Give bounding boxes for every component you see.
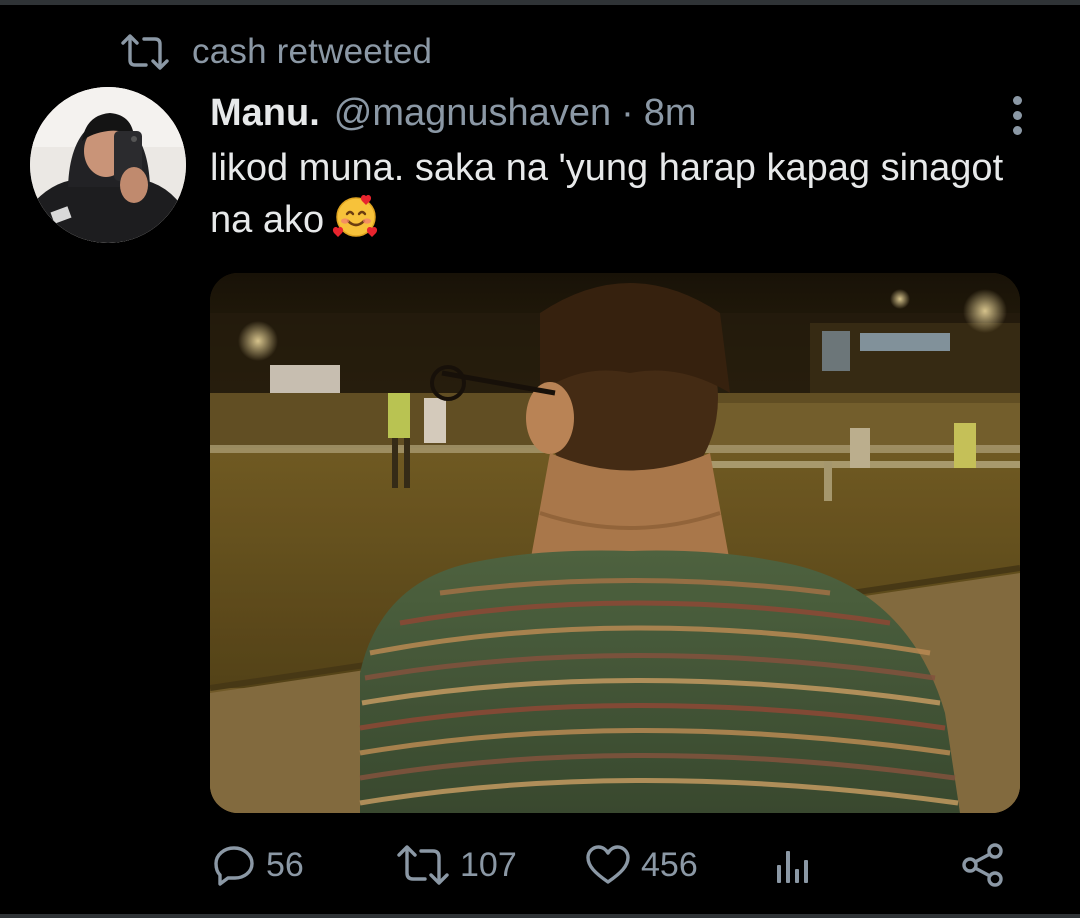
tweet-action-bar: 56 107 456 xyxy=(0,838,1080,892)
author-name[interactable]: Manu. xyxy=(210,92,320,135)
heart-icon xyxy=(585,844,631,886)
share-button[interactable] xyxy=(960,838,1006,892)
reply-count: 56 xyxy=(266,845,304,884)
header-separator: · xyxy=(621,92,634,134)
retweet-context[interactable]: cash retweeted xyxy=(120,30,432,74)
reply-icon xyxy=(212,843,256,887)
author-handle[interactable]: @magnushaven xyxy=(334,92,611,135)
more-options-icon[interactable] xyxy=(1000,93,1034,137)
share-icon xyxy=(960,842,1006,888)
tweet-header: Manu. @magnushaven · 8m xyxy=(210,92,697,142)
reply-button[interactable]: 56 xyxy=(212,838,304,892)
retweet-action-icon xyxy=(396,845,450,885)
author-avatar[interactable] xyxy=(30,87,186,243)
tweet-body: likod muna. saka na 'yung harap kapag si… xyxy=(210,145,1030,244)
retweet-button[interactable]: 107 xyxy=(396,838,517,892)
tweet-media-photo[interactable] xyxy=(210,273,1020,813)
retweet-context-text: cash retweeted xyxy=(192,32,433,71)
retweet-icon xyxy=(120,34,170,70)
tweet-text: likod muna. saka na 'yung harap kapag si… xyxy=(210,147,1004,241)
analytics-icon xyxy=(773,845,813,885)
retweet-count: 107 xyxy=(460,845,517,884)
tweet-timestamp[interactable]: 8m xyxy=(644,92,697,135)
top-divider xyxy=(0,0,1080,5)
bottom-divider xyxy=(0,914,1080,918)
smiling-face-with-hearts-emoji xyxy=(332,192,380,240)
like-count: 456 xyxy=(641,845,698,884)
like-button[interactable]: 456 xyxy=(585,838,698,892)
analytics-button[interactable] xyxy=(773,838,813,892)
